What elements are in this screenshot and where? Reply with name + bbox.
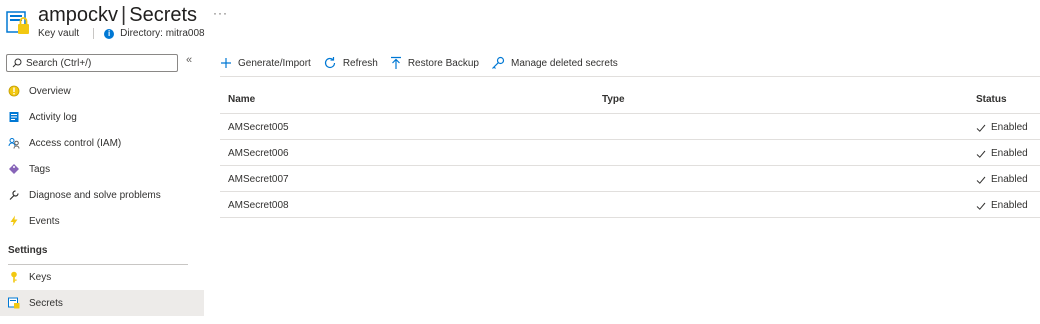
table-header: Name Type Status — [220, 88, 1040, 114]
manage-deleted-secrets-button[interactable]: Manage deleted secrets — [491, 56, 618, 70]
secrets-table: Name Type Status AMSecret005 Enabled AMS… — [220, 88, 1040, 218]
iam-icon — [8, 137, 20, 149]
secret-name: AMSecret008 — [228, 200, 289, 211]
upload-icon — [390, 56, 401, 69]
sidebar-item-tags[interactable]: Tags — [0, 156, 204, 182]
status-text: Enabled — [991, 174, 1028, 185]
sidebar-item-label: Keys — [29, 271, 52, 283]
sidebar-item-overview[interactable]: Overview — [0, 78, 204, 104]
resource-menu: Search (Ctrl+/) « Overview Activity log … — [0, 50, 204, 324]
search-placeholder: Search (Ctrl+/) — [26, 57, 92, 69]
key-outline-icon — [492, 56, 505, 69]
table-row[interactable]: AMSecret006 Enabled — [220, 140, 1040, 166]
search-icon — [12, 58, 22, 68]
manage-deleted-label: Manage deleted secrets — [510, 57, 618, 69]
activity-log-icon — [8, 111, 20, 123]
sidebar-item-label: Activity log — [29, 111, 77, 123]
table-row[interactable]: AMSecret007 Enabled — [220, 166, 1040, 192]
sidebar-item-events[interactable]: Events — [0, 208, 204, 234]
sidebar-item-diagnose[interactable]: Diagnose and solve problems — [0, 182, 204, 208]
key-icon — [8, 271, 20, 283]
refresh-icon — [324, 57, 335, 69]
status-cell: Enabled — [976, 200, 1028, 211]
sidebar-item-label: Tags — [29, 163, 51, 175]
tag-icon — [8, 163, 20, 175]
menu-search-input[interactable]: Search (Ctrl+/) — [6, 54, 178, 72]
resource-type: Key vault — [38, 28, 80, 39]
subtitle-divider — [93, 28, 95, 39]
restore-backup-button[interactable]: Restore Backup — [390, 56, 479, 70]
sidebar-item-iam[interactable]: Access control (IAM) — [0, 130, 204, 156]
generate-import-label: Generate/Import — [238, 57, 311, 69]
refresh-button[interactable]: Refresh — [323, 56, 378, 70]
page-title: ampockv | Secrets — [38, 4, 197, 27]
settings-section-label: Settings — [8, 245, 48, 256]
sidebar-item-label: Diagnose and solve problems — [29, 189, 161, 201]
sidebar-item-label: Events — [29, 215, 60, 227]
secret-name: AMSecret006 — [228, 148, 289, 159]
refresh-label: Refresh — [342, 57, 378, 69]
checkmark-icon — [976, 202, 986, 210]
sidebar-item-label: Overview — [29, 85, 71, 97]
plus-icon — [221, 58, 231, 68]
page-header: ampockv | Secrets ··· Key vault i Director… — [0, 0, 1040, 48]
collapse-menu-button[interactable]: « — [186, 54, 192, 66]
status-text: Enabled — [991, 200, 1028, 211]
sidebar-item-secrets[interactable]: Secrets — [0, 290, 204, 316]
status-cell: Enabled — [976, 122, 1028, 133]
table-row[interactable]: AMSecret005 Enabled — [220, 114, 1040, 140]
sidebar-item-activity-log[interactable]: Activity log — [0, 104, 204, 130]
checkmark-icon — [976, 124, 986, 132]
secret-name: AMSecret005 — [228, 122, 289, 133]
status-text: Enabled — [991, 122, 1028, 133]
column-header-status[interactable]: Status — [976, 94, 1007, 105]
directory-label: Directory: mitra008 — [120, 28, 205, 39]
sidebar-item-label: Secrets — [29, 297, 63, 309]
status-text: Enabled — [991, 148, 1028, 159]
secret-name: AMSecret007 — [228, 174, 289, 185]
checkmark-icon — [976, 150, 986, 158]
key-vault-icon — [6, 10, 30, 36]
secrets-icon — [8, 297, 20, 309]
sidebar-item-keys[interactable]: Keys — [0, 264, 204, 290]
info-icon[interactable]: i — [104, 28, 115, 39]
status-cell: Enabled — [976, 148, 1028, 159]
overview-icon — [8, 85, 20, 97]
checkmark-icon — [976, 176, 986, 184]
sidebar-item-label: Access control (IAM) — [29, 137, 122, 149]
resource-name: ampockv — [38, 4, 119, 26]
command-bar-divider — [220, 76, 1040, 77]
table-row[interactable]: AMSecret008 Enabled — [220, 192, 1040, 218]
page-name: Secrets — [129, 4, 198, 26]
generate-import-button[interactable]: Generate/Import — [220, 57, 311, 69]
status-cell: Enabled — [976, 174, 1028, 185]
more-actions-button[interactable]: ··· — [213, 6, 228, 20]
column-header-type[interactable]: Type — [602, 94, 625, 105]
wrench-icon — [8, 189, 20, 201]
lightning-icon — [8, 215, 20, 227]
column-header-name[interactable]: Name — [228, 94, 255, 105]
restore-backup-label: Restore Backup — [407, 57, 479, 69]
title-separator: | — [121, 4, 127, 26]
command-bar: Generate/Import Refresh Restore Backup M… — [220, 54, 630, 72]
resource-subtitle: Key vault i Directory: mitra008 — [38, 28, 205, 39]
